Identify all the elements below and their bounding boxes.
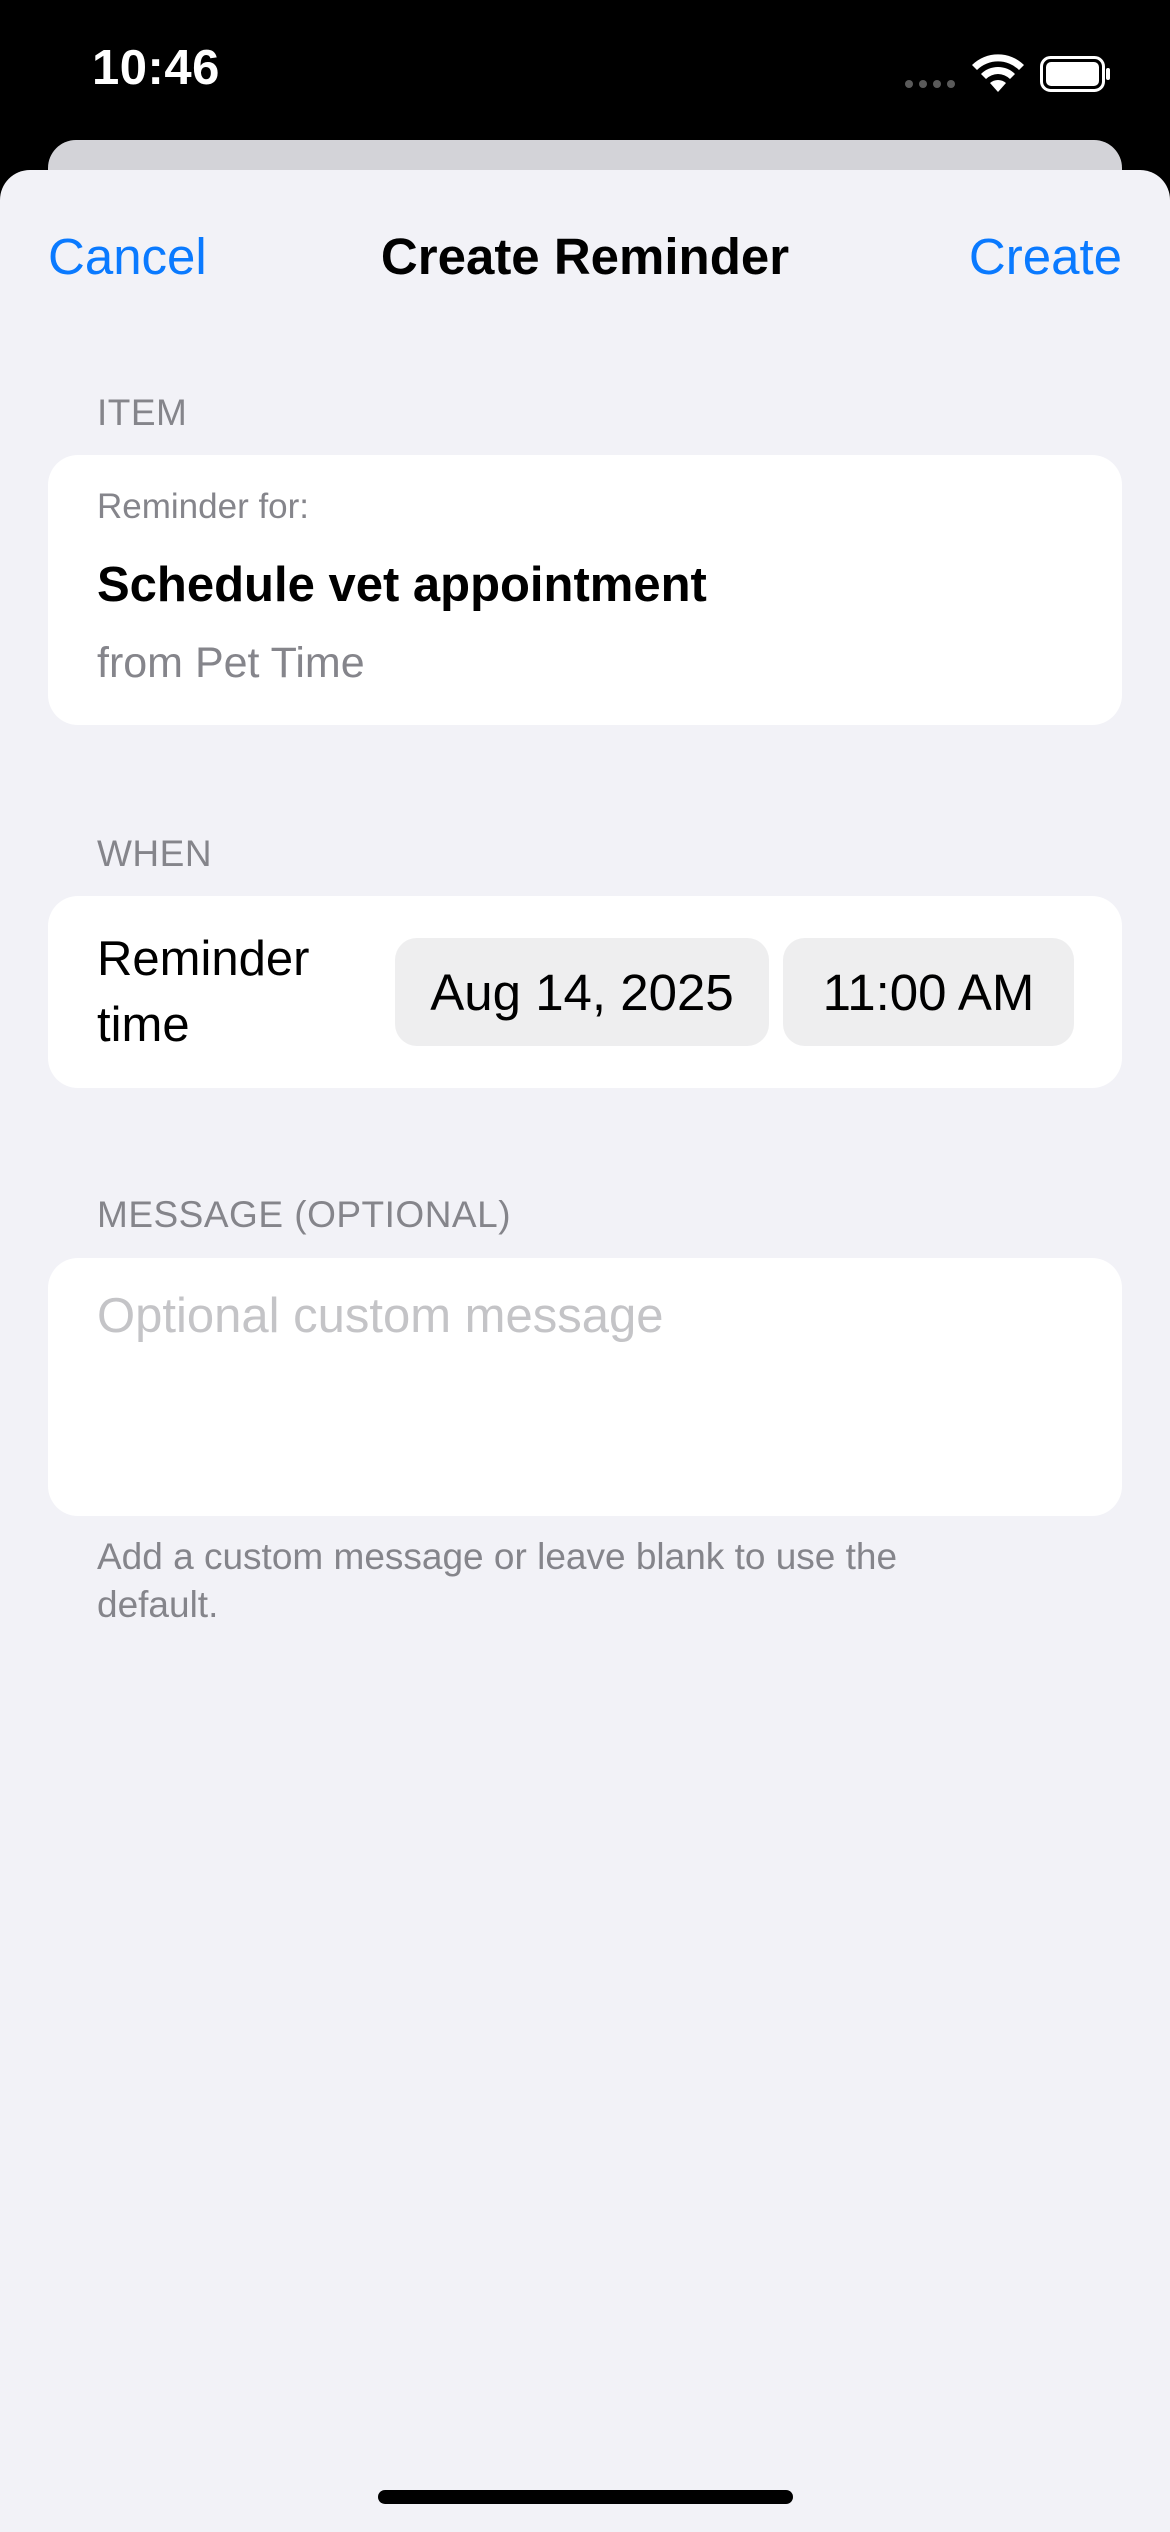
cancel-button[interactable]: Cancel [48,222,207,292]
message-input[interactable] [97,1286,1077,1486]
cellular-signal-icon [905,80,955,88]
item-title: Schedule vet appointment [97,558,707,612]
message-footer-note: Add a custom message or leave blank to u… [97,1536,898,1625]
message-section-header: MESSAGE (OPTIONAL) [97,1194,512,1235]
item-source: from Pet Time [97,639,365,687]
wifi-icon [972,54,1024,92]
message-card [48,1258,1122,1516]
item-card: Reminder for: Schedule vet appointment f… [48,455,1122,725]
time-picker-button[interactable]: 11:00 AM [783,938,1074,1046]
battery-icon [1040,56,1110,92]
item-section-header: ITEM [97,392,188,433]
date-picker-button[interactable]: Aug 14, 2025 [395,938,769,1046]
status-time: 10:46 [92,41,220,95]
when-card: Reminder time Aug 14, 2025 11:00 AM [48,896,1122,1088]
reminder-for-label: Reminder for: [97,487,310,526]
reminder-time-label: Reminder time [97,932,310,1052]
home-indicator[interactable] [378,2490,793,2504]
when-section-header: WHEN [97,833,213,874]
status-bar: 10:46 [0,0,1170,140]
create-button[interactable]: Create [969,222,1122,292]
